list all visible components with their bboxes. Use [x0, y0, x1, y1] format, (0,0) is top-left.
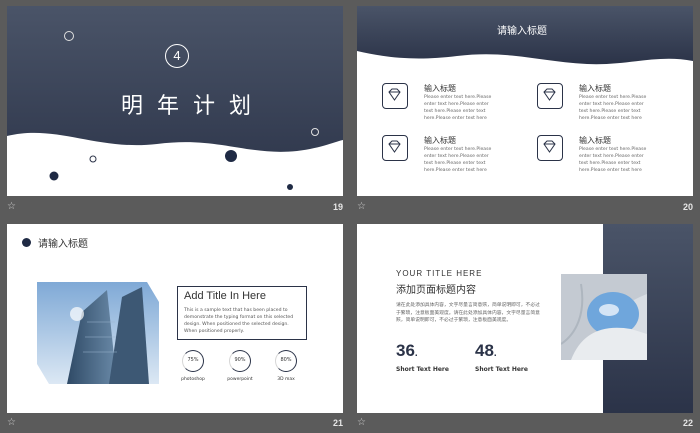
slide-title: 请输入标题: [38, 239, 88, 250]
slide-number: 19: [332, 202, 343, 212]
slide-19-footer: ☆ 19: [7, 199, 343, 217]
eyebrow-title: YOUR TITLE HERE: [396, 269, 483, 278]
feature-title: 输入标题: [424, 84, 456, 93]
section-heading: 添加页面标题内容: [396, 285, 476, 296]
section-badge: 4: [165, 44, 189, 68]
slide-20-footer: ☆ 20: [357, 199, 693, 217]
diamond-icon: [537, 83, 563, 109]
feature-title: 输入标题: [579, 84, 611, 93]
stat-suffix: .: [414, 348, 418, 359]
stat-value: 48.: [475, 341, 497, 361]
stat-number: 48: [475, 341, 494, 360]
slide-number: 22: [682, 418, 693, 428]
slide-22-footer: ☆ 22: [357, 415, 693, 433]
gauge-label: 3D max: [277, 377, 295, 382]
stat-label: Short Text Here: [396, 366, 449, 373]
diamond-icon: [382, 135, 408, 161]
stat-number: 36: [396, 341, 415, 360]
gauge: 90%: [229, 350, 251, 372]
feature-body: Please enter text here.Please enter text…: [579, 95, 647, 121]
star-icon[interactable]: ☆: [357, 201, 366, 212]
text-box: Add Title In Here This is a sample text …: [177, 286, 307, 340]
slide-21-footer: ☆ 21: [7, 415, 343, 433]
gauge-label: powerpoint: [227, 377, 253, 382]
slide-20[interactable]: 请输入标题 输入标题 Please enter text here.Please…: [357, 6, 693, 196]
feature-title: 输入标题: [424, 136, 456, 145]
header-wave: [357, 6, 693, 65]
architecture-photo: [561, 274, 647, 360]
slide-number: 20: [682, 202, 693, 212]
diamond-icon: [537, 135, 563, 161]
feature-body: Please enter text here.Please enter text…: [579, 147, 647, 173]
bullet-dot: [22, 238, 31, 247]
diamond-icon: [382, 83, 408, 109]
slide-21[interactable]: 请输入标题 Add Title In Here This is a sample…: [7, 224, 343, 413]
gauge-label: photoshop: [181, 377, 205, 382]
box-title: Add Title In Here: [184, 290, 266, 302]
slide-title: 明年计划: [121, 94, 266, 119]
slide-title: 请输入标题: [497, 26, 547, 37]
gauge: 75%: [182, 350, 204, 372]
feature-body: Please enter text here.Please enter text…: [424, 95, 492, 121]
slide-22[interactable]: YOUR TITLE HERE 添加页面标题内容 请在此处添加具体内容，文字尽量…: [357, 224, 693, 413]
feature-title: 输入标题: [579, 136, 611, 145]
stat-label: Short Text Here: [475, 366, 528, 373]
slide-number: 21: [332, 418, 343, 428]
building-photo: [37, 282, 159, 384]
gauge: 80%: [275, 350, 297, 372]
body-text: 请在此处添加具体内容，文字尽量言简意赅，简单说明即可，不必过于繁琐，注意板面美观…: [396, 303, 540, 323]
slide-19[interactable]: 4 明年计划: [7, 6, 343, 196]
star-icon[interactable]: ☆: [7, 417, 16, 428]
star-icon[interactable]: ☆: [7, 201, 16, 212]
feature-body: Please enter text here.Please enter text…: [424, 147, 492, 173]
stat-suffix: .: [493, 348, 497, 359]
star-icon[interactable]: ☆: [357, 417, 366, 428]
stat-value: 36.: [396, 341, 418, 361]
box-body: This is a sample text that has been plac…: [184, 308, 294, 334]
